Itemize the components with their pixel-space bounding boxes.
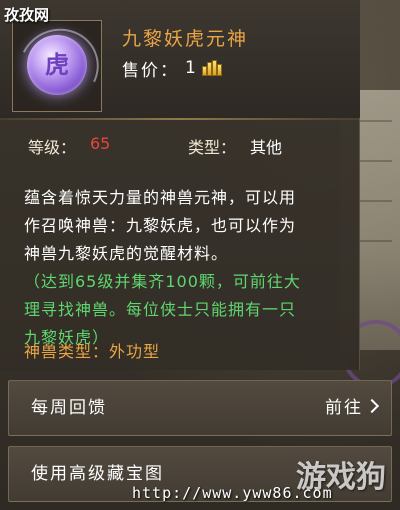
price-row: 售价： 1: [122, 56, 224, 81]
note-line: （达到65级并集齐100颗，可前往大: [24, 272, 301, 291]
game-screen: 虎 九黎妖虎元神 售价： 1 等级： 65 类型： 其他 蕴含着惊天力量的神兽元…: [0, 0, 400, 510]
price-value: 1: [185, 58, 196, 78]
note-line: 理寻找神兽。每位侠士只能拥有一只: [24, 300, 297, 319]
go-button[interactable]: 前往: [325, 381, 380, 435]
gold-ingot-icon: [201, 60, 224, 76]
item-header: 虎 九黎妖虎元神 售价： 1: [0, 0, 360, 118]
level-value: 65: [90, 134, 111, 153]
description-line: 蕴含着惊天力量的神兽元神，可以用: [24, 188, 297, 207]
weekly-feedback-button[interactable]: 每周回馈 前往: [8, 380, 392, 436]
beast-type: 神兽类型：外功型: [24, 342, 161, 361]
header-divider: [0, 118, 360, 120]
go-label: 前往: [325, 398, 363, 418]
item-description: 蕴含着惊天力量的神兽元神，可以用 作召唤神兽：九黎妖虎，也可以作为 神兽九黎妖虎…: [24, 184, 350, 268]
beast-spirit-orb-icon: 虎: [27, 35, 87, 95]
site-watermark: 孜孜网: [4, 6, 50, 24]
description-line: 神兽九黎妖虎的觉醒材料。: [24, 244, 229, 263]
item-tooltip-panel: 虎 九黎妖虎元神 售价： 1 等级： 65 类型： 其他 蕴含着惊天力量的神兽元…: [0, 0, 360, 370]
item-icon-frame[interactable]: 虎: [8, 17, 110, 117]
price-label: 售价：: [122, 60, 179, 81]
type-value: 其他: [250, 138, 283, 157]
orb-glyph: 虎: [45, 51, 69, 79]
level-label: 等级：: [28, 138, 77, 157]
item-stats: 等级： 65 类型： 其他: [28, 134, 348, 158]
chevron-right-icon: [364, 398, 380, 414]
weekly-feedback-label: 每周回馈: [31, 398, 107, 418]
item-name: 九黎妖虎元神: [122, 28, 249, 50]
type-label: 类型：: [188, 138, 237, 157]
url-watermark: http://www.yww86.com: [132, 484, 333, 502]
description-line: 作召唤神兽：九黎妖虎，也可以作为: [24, 216, 297, 235]
